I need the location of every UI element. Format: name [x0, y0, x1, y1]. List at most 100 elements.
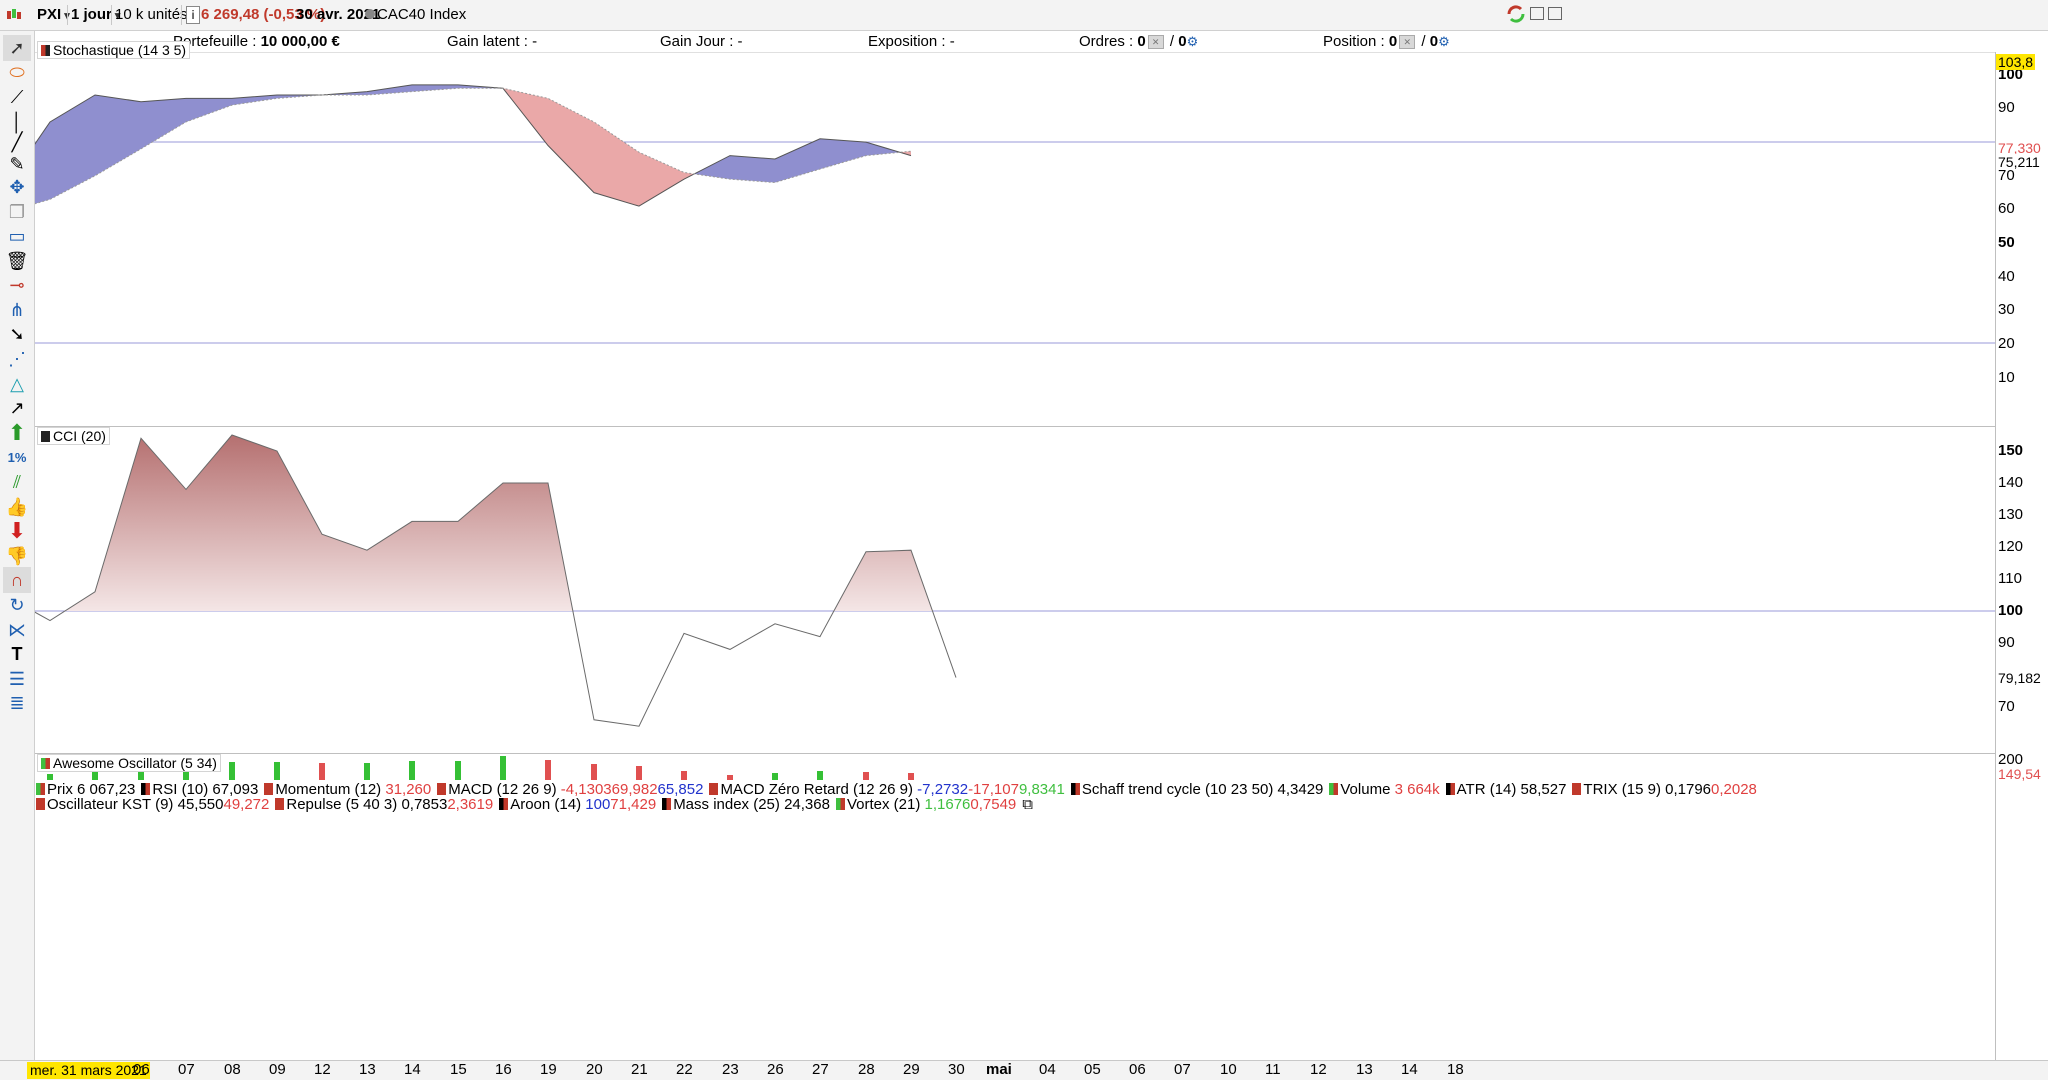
ao-bar	[863, 772, 869, 780]
legend-item[interactable]: Repulse (5 40 3) 0,78532,3619	[275, 795, 493, 814]
period-select[interactable]: 1 jour	[71, 6, 120, 24]
legend-item[interactable]: Oscillateur KST (9) 45,55049,272	[36, 795, 269, 814]
stochastic-fill-band	[639, 152, 684, 207]
magnet-icon[interactable]: ∩	[3, 567, 31, 593]
stochastic-tick-label: 40	[1998, 267, 2015, 285]
rectangle-tool-icon[interactable]: ▭	[3, 223, 31, 249]
date-tick-label: 19	[540, 1061, 557, 1078]
fibonacci-levels-icon[interactable]: ☰	[3, 666, 31, 692]
text-tool-icon[interactable]: T	[3, 641, 31, 667]
copy-icon[interactable]: ❐	[3, 199, 31, 225]
info-icon[interactable]: i	[186, 6, 200, 24]
gain-jour-info: Gain Jour : -	[660, 33, 743, 50]
current-date-label: mer. 31 mars 2021	[27, 1062, 150, 1079]
legend-swatch	[499, 798, 509, 810]
rotate-tool-icon[interactable]: ↻	[3, 592, 31, 618]
stochastic-fill-band	[186, 98, 232, 122]
legend-label: Schaff trend cycle (10 23 50)	[1081, 781, 1274, 798]
stochastic-fill-band	[50, 95, 95, 200]
move-tool-icon[interactable]: ✥	[3, 174, 31, 200]
legend-swatch	[1329, 783, 1339, 795]
ellipse-tool-icon[interactable]: ⬭	[3, 59, 31, 85]
position-box-icon[interactable]: ✕	[1399, 35, 1416, 50]
legend-expand-icon[interactable]: ⧉	[1022, 796, 1033, 813]
status-dot-icon	[365, 9, 375, 19]
refresh-icon[interactable]	[1506, 5, 1526, 23]
arrow-tool-icon[interactable]: ➘	[3, 321, 31, 347]
segment-tool-icon[interactable]: ⟋	[3, 84, 31, 110]
cursor-icon[interactable]: ➚	[3, 35, 31, 61]
stochastic-panel-title[interactable]: Stochastique (14 3 5)	[37, 41, 191, 59]
stochastic-fill-band	[141, 98, 186, 149]
position-settings-icon[interactable]: ⚙	[1438, 34, 1450, 50]
date-tick-label: 05	[1084, 1061, 1101, 1078]
legend-item[interactable]: ATR (14) 58,527	[1445, 780, 1566, 799]
up-arrow-icon[interactable]: ⬆	[3, 420, 31, 446]
legend-item[interactable]: Aroon (14) 10071,429	[499, 795, 656, 814]
legend-item[interactable]: TRIX (15 9) 0,17960,2028	[1572, 780, 1757, 799]
portfolio-info-bar: Portefeuille : 10 000,00 € Gain latent :…	[0, 31, 2048, 53]
legend-swatch	[437, 783, 447, 795]
top-toolbar: PXI 1 jour 10 k unités i 6 269,48 (-0,53…	[0, 0, 2048, 31]
thumbs-up-icon[interactable]: 👍	[3, 494, 31, 520]
pitchfork-icon[interactable]: ⋉	[3, 617, 31, 643]
stochastic-tick-label: 20	[1998, 335, 2015, 353]
arrow-line-icon[interactable]: ↗	[3, 395, 31, 421]
date-tick-label: 12	[1310, 1061, 1327, 1078]
date-tick-label: 28	[858, 1061, 875, 1078]
thumbs-down-icon[interactable]: 👎	[3, 543, 31, 569]
ao-bar	[274, 762, 280, 780]
ao-bar	[591, 764, 597, 780]
date-tick-label: 27	[812, 1061, 829, 1078]
fibonacci-extension-icon[interactable]: ≣	[3, 690, 31, 716]
date-tick-label: 29	[903, 1061, 920, 1078]
date-tick-label: 26	[767, 1061, 784, 1078]
trash-icon[interactable]: 🗑	[3, 248, 31, 274]
units-select[interactable]: 10 k unités	[115, 6, 196, 24]
legend-value: 4,3429	[1273, 781, 1324, 798]
cci-tick-label: 140	[1998, 474, 2024, 491]
fibonacci-fan-icon[interactable]: ⋔	[3, 297, 31, 323]
ao-panel-title[interactable]: Awesome Oscillator (5 34)	[37, 754, 221, 772]
legend-swatch	[275, 798, 285, 810]
fibonacci-icon[interactable]: ⋰	[3, 346, 31, 372]
legend-value: 71,429	[610, 796, 657, 813]
legend-item[interactable]: Vortex (21) 1,16760,7549	[835, 795, 1016, 814]
legend-value: 45,550	[173, 796, 224, 813]
legend-label: ATR (14)	[1456, 781, 1517, 798]
panel-divider	[35, 753, 1995, 754]
date-tick-label: 06	[133, 1061, 150, 1078]
symbol-select[interactable]: PXI	[37, 6, 70, 24]
gain-latent-info: Gain latent : -	[447, 33, 538, 50]
triangle-tool-icon[interactable]: △	[3, 371, 31, 397]
orders-info: Ordres : 0 ✕ / 0⚙	[1079, 33, 1199, 50]
legend-item[interactable]: Mass index (25) 24,368	[662, 795, 830, 814]
legend-swatch	[1070, 783, 1080, 795]
legend-item[interactable]: Schaff trend cycle (10 23 50) 4,3429	[1070, 780, 1324, 799]
restore-window-icon[interactable]	[1548, 7, 1562, 20]
legend-label: Aroon (14)	[510, 796, 582, 813]
legend-value: 49,272	[223, 796, 270, 813]
horizontal-line-icon[interactable]: ⊸	[3, 272, 31, 298]
date-tick-label: 11	[1265, 1061, 1281, 1078]
legend-item[interactable]: Volume 3 664k	[1329, 780, 1440, 799]
down-arrow-icon[interactable]: ⬇	[3, 518, 31, 544]
channel-tool-icon[interactable]: ⫽	[3, 469, 31, 495]
ao-bar	[364, 763, 370, 780]
cci-tick-label: 110	[1998, 570, 2022, 587]
legend-label: Repulse (5 40 3)	[286, 796, 398, 813]
percent-tool-icon[interactable]: 1%	[3, 445, 31, 471]
minimize-window-icon[interactable]	[1530, 7, 1544, 20]
legend-label: Volume	[1340, 781, 1391, 798]
date-tick-label: 06	[1129, 1061, 1146, 1078]
date-tick-label: 12	[314, 1061, 331, 1078]
candlestick-icon[interactable]	[6, 8, 21, 22]
cci-tick-label: 70	[1998, 698, 2015, 715]
orders-box-icon[interactable]: ✕	[1147, 35, 1164, 50]
cci-panel-title[interactable]: CCI (20)	[37, 427, 110, 445]
indicators-chart[interactable]	[35, 52, 1995, 1060]
cci-tick-label: 90	[1998, 634, 2015, 651]
orders-settings-icon[interactable]: ⚙	[1187, 34, 1199, 50]
ao-bar	[229, 762, 235, 780]
stochastic-tick-label: 50	[1998, 234, 2015, 252]
